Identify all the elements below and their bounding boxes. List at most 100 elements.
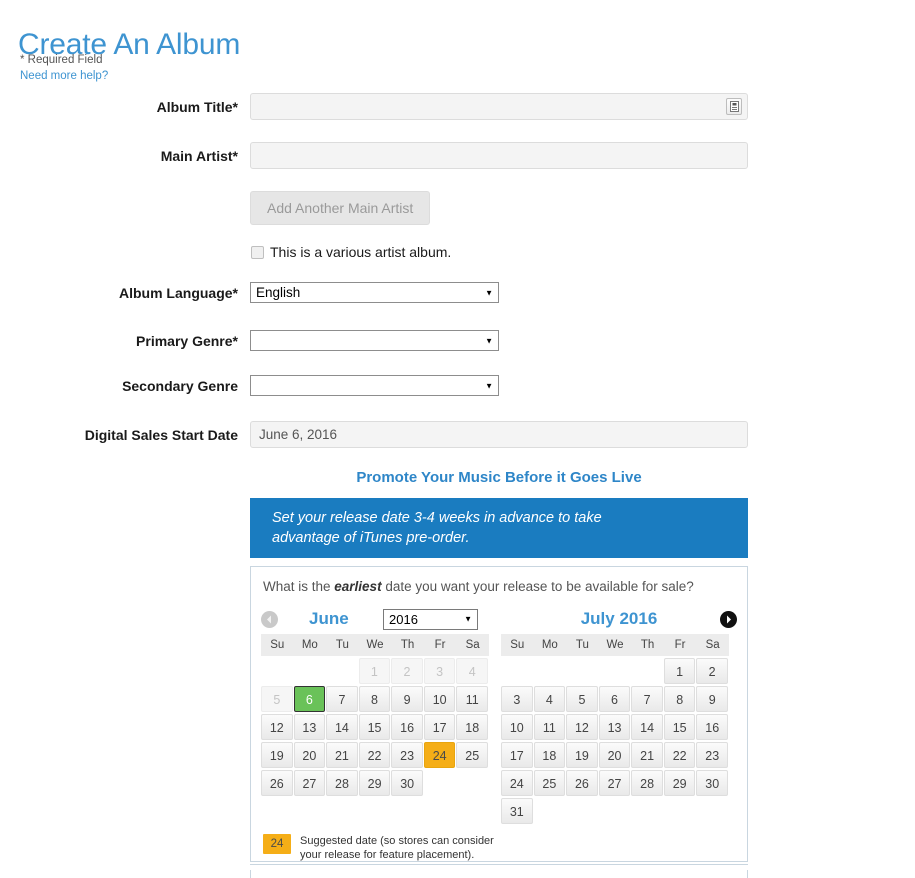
calendar-question-pre: What is the [263, 579, 335, 594]
calendar-day-july-4[interactable]: 4 [533, 686, 566, 712]
calendar-day-july-25[interactable]: 25 [533, 770, 566, 796]
calendar-dow-mo: Mo [301, 639, 318, 651]
calendar-week-row: 17 18 19 20 21 22 23 [501, 742, 729, 768]
digital-sales-start-date-input[interactable]: June 6, 2016 [250, 421, 748, 448]
calendar-day-june-23[interactable]: 23 [391, 742, 423, 768]
various-artist-checkbox[interactable] [251, 245, 264, 259]
calendar-day-july-24[interactable]: 24 [501, 770, 533, 796]
calendar-day-june-8[interactable]: 8 [358, 686, 391, 712]
add-another-main-artist-button[interactable]: Add Another Main Artist [250, 191, 431, 225]
calendar-body: Su Mo Tu We Th Fr Sa 1 2 3 4 5 6 7 8 9 10 11 12 13 14 15 16 17 1… [251, 634, 747, 824]
calendar-day-july-27[interactable]: 27 [598, 770, 631, 796]
calendar-day-june-19[interactable]: 19 [261, 742, 293, 768]
calendar-day-june-16[interactable]: 16 [391, 714, 423, 740]
album-language-select[interactable]: English [250, 282, 499, 303]
calendar-day-july-9[interactable]: 9 [696, 686, 729, 712]
main-artist-row: Main Artist* [0, 142, 750, 169]
calendar-legend: 24 Suggested date (so stores can conside… [251, 824, 747, 862]
calendar-day-july-18[interactable]: 18 [533, 742, 566, 768]
calendar-day-june-13[interactable]: 13 [293, 714, 326, 740]
calendar-day-june-28[interactable]: 28 [326, 770, 358, 796]
calendar-day-june-2: 2 [391, 658, 423, 684]
calendar-day-july-17[interactable]: 17 [501, 742, 533, 768]
calendar-day-june-25[interactable]: 25 [456, 742, 489, 768]
calendar-day-july-30[interactable]: 30 [696, 770, 729, 796]
calendar-day-july-23[interactable]: 23 [696, 742, 729, 768]
id-card-icon[interactable] [726, 98, 742, 115]
calendar-day-july-29[interactable]: 29 [663, 770, 696, 796]
calendar-day-june-15[interactable]: 15 [358, 714, 391, 740]
need-more-help-link[interactable]: Need more help? [20, 70, 108, 82]
promo-banner-line2: advantage of iTunes pre-order. [272, 530, 470, 546]
calendar-day-june-17[interactable]: 17 [423, 714, 456, 740]
calendar-day-june-11[interactable]: 11 [456, 686, 489, 712]
legend-line1: Suggested date (so stores can consider [300, 835, 494, 847]
calendar-day-july-26[interactable]: 26 [566, 770, 598, 796]
calendar-day-july-12[interactable]: 12 [566, 714, 598, 740]
calendar-day-july-19[interactable]: 19 [566, 742, 598, 768]
calendar-day-july-2[interactable]: 2 [696, 658, 728, 684]
calendar-day-empty [599, 658, 631, 684]
calendar-day-july-8[interactable]: 8 [663, 686, 696, 712]
calendar-day-july-5[interactable]: 5 [566, 686, 598, 712]
calendar-day-june-22[interactable]: 22 [358, 742, 391, 768]
calendar-day-july-28[interactable]: 28 [631, 770, 663, 796]
calendar-day-empty [534, 798, 566, 824]
calendar-day-july-14[interactable]: 14 [631, 714, 663, 740]
calendar-dow-th: Th [640, 639, 655, 651]
calendar-week-row: 12 13 14 15 16 17 18 [261, 714, 489, 740]
calendar-day-june-7[interactable]: 7 [326, 686, 358, 712]
calendar-day-empty [294, 658, 326, 684]
calendar-panel: What is the earliest date you want your … [250, 566, 748, 862]
album-title-row: Album Title* [0, 93, 750, 120]
main-artist-input[interactable] [250, 142, 748, 169]
calendar-day-june-29[interactable]: 29 [358, 770, 391, 796]
calendar-day-july-15[interactable]: 15 [663, 714, 696, 740]
calendar-day-june-12[interactable]: 12 [261, 714, 293, 740]
digital-sales-start-date-label: Digital Sales Start Date [84, 426, 238, 443]
calendar-day-june-21[interactable]: 21 [326, 742, 358, 768]
chevron-right-icon[interactable] [720, 610, 737, 628]
calendar-day-july-6[interactable]: 6 [598, 686, 631, 712]
next-section-strip [250, 870, 748, 878]
calendar-day-july-7[interactable]: 7 [631, 686, 663, 712]
album-language-row: Album Language* English [0, 282, 750, 303]
calendar-day-july-31[interactable]: 31 [501, 798, 533, 824]
calendar-day-june-14[interactable]: 14 [326, 714, 358, 740]
calendar-dow-sa: Sa [465, 639, 480, 651]
calendar-day-july-1[interactable]: 1 [663, 658, 696, 684]
primary-genre-select[interactable] [250, 330, 499, 351]
calendar-day-june-20[interactable]: 20 [293, 742, 326, 768]
calendar-day-july-3[interactable]: 3 [501, 686, 533, 712]
calendar-day-july-16[interactable]: 16 [696, 714, 729, 740]
calendar-day-june-24[interactable]: 24 [423, 742, 456, 768]
calendar-dow-su: Su [270, 639, 285, 651]
calendar-day-july-21[interactable]: 21 [631, 742, 663, 768]
chevron-left-icon[interactable] [261, 610, 278, 628]
calendar-day-june-3: 3 [423, 658, 456, 684]
calendar-day-june-9[interactable]: 9 [391, 686, 423, 712]
calendar-dow-row: Su Mo Tu We Th Fr Sa [261, 634, 489, 656]
add-artist-row: Add Another Main Artist [250, 191, 431, 225]
calendar-day-june-1: 1 [358, 658, 391, 684]
calendar-day-june-18[interactable]: 18 [456, 714, 489, 740]
calendar-day-july-22[interactable]: 22 [663, 742, 696, 768]
secondary-genre-select[interactable] [250, 375, 499, 396]
calendar-day-empty [534, 658, 566, 684]
calendar-day-june-26[interactable]: 26 [261, 770, 293, 796]
calendar-year-select-wrap: 2016 [383, 608, 478, 630]
calendar-day-july-10[interactable]: 10 [501, 714, 533, 740]
calendar-day-june-6[interactable]: 6 [293, 686, 326, 712]
calendar-day-july-11[interactable]: 11 [533, 714, 566, 740]
calendar-divider [250, 864, 748, 865]
calendar-day-july-13[interactable]: 13 [598, 714, 631, 740]
calendar-day-july-20[interactable]: 20 [598, 742, 631, 768]
calendar-day-june-10[interactable]: 10 [423, 686, 456, 712]
calendar-year-select[interactable]: 2016 [383, 608, 478, 630]
album-title-input[interactable] [250, 93, 748, 120]
calendar-day-empty [566, 798, 598, 824]
calendar-question: What is the earliest date you want your … [251, 567, 747, 604]
various-artist-label: This is a various artist album. [270, 244, 452, 260]
calendar-day-june-27[interactable]: 27 [293, 770, 326, 796]
calendar-day-june-30[interactable]: 30 [391, 770, 423, 796]
